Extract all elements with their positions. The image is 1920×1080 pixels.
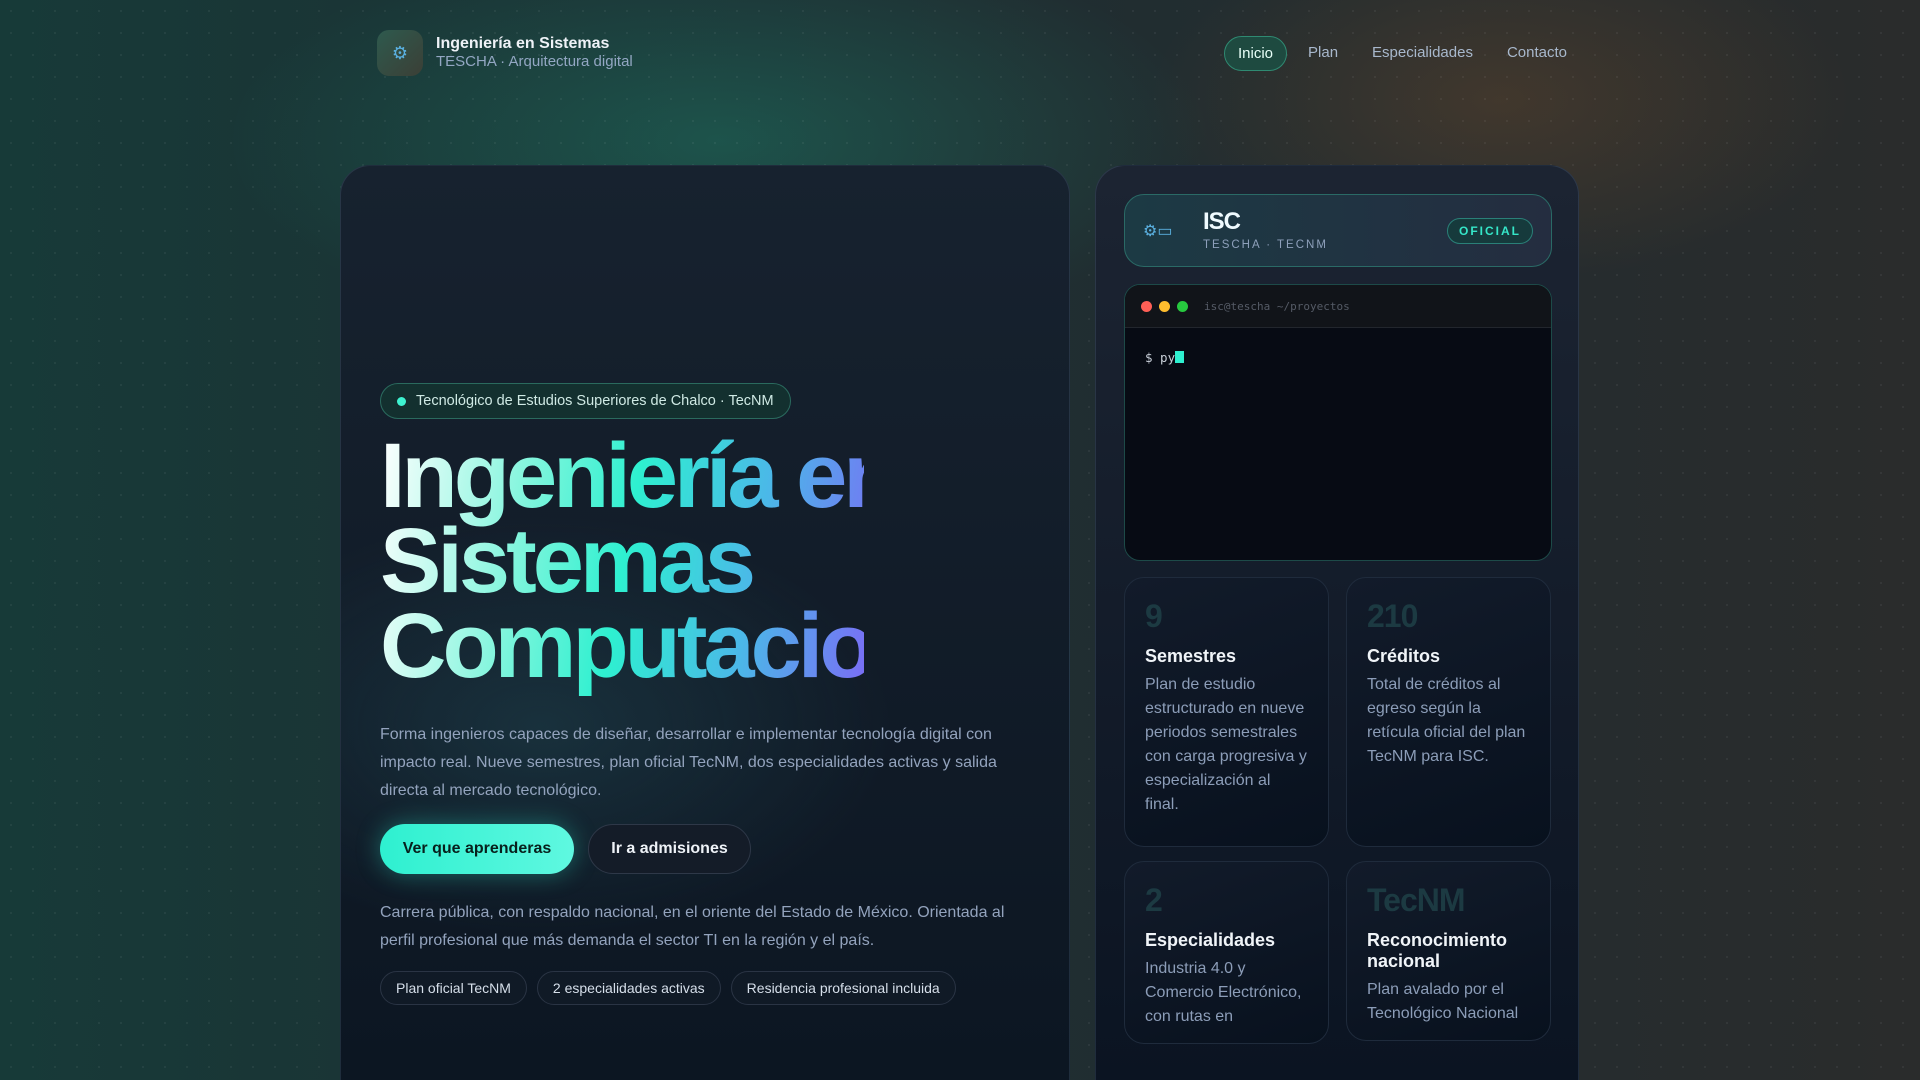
admissions-button[interactable]: Ir a admisiones bbox=[588, 824, 751, 874]
stat-label: Reconocimiento nacional bbox=[1367, 930, 1508, 971]
institution-badge: Tecnológico de Estudios Superiores de Ch… bbox=[380, 383, 791, 419]
minimize-dot-icon bbox=[1159, 300, 1170, 312]
program-sub: TESCHA · TECNM bbox=[1203, 238, 1328, 251]
terminal-prompt: $ py bbox=[1145, 350, 1176, 365]
learn-button[interactable]: Ver que aprenderas bbox=[380, 824, 574, 874]
nav-especialidades[interactable]: Especialidades bbox=[1359, 36, 1486, 71]
stat-number: 9 bbox=[1145, 598, 1163, 634]
nav-contacto[interactable]: Contacto bbox=[1494, 36, 1580, 71]
stat-desc: Plan avalado por el Tecnológico Nacional bbox=[1367, 981, 1519, 1022]
info-panel: ⚙▭ ISC TESCHA · TECNM OFICIAL isc@tescha … bbox=[1095, 165, 1579, 1080]
hero-title: Ingeniería enSistemasComputacionales bbox=[380, 434, 864, 703]
title-line: Sistemas bbox=[380, 510, 753, 612]
badge-text: Tecnológico de Estudios Superiores de Ch… bbox=[416, 393, 774, 409]
stat-number: 210 bbox=[1367, 598, 1418, 634]
brand: Ingeniería en Sistemas TESCHA · Arquitec… bbox=[436, 35, 633, 71]
stat-number: 2 bbox=[1145, 882, 1163, 918]
top-nav: ⚙ Ingeniería en Sistemas TESCHA · Arquit… bbox=[377, 30, 1580, 76]
stat-card: 210 Créditos Total de créditos al egreso s… bbox=[1346, 577, 1551, 847]
nav-plan[interactable]: Plan bbox=[1295, 36, 1351, 71]
close-dot-icon bbox=[1141, 300, 1152, 312]
stat-desc: Industria 4.0 y Comercio Electrónico, co… bbox=[1145, 960, 1302, 1025]
hero-note: Carrera pública, con respaldo nacional, … bbox=[380, 904, 1005, 949]
stat-desc: Total de créditos al egreso según la ret… bbox=[1367, 676, 1526, 765]
stat-label: Especialidades bbox=[1145, 930, 1276, 950]
title-line: Ingeniería en bbox=[380, 434, 864, 527]
maximize-dot-icon bbox=[1177, 300, 1188, 312]
program-card: ⚙▭ ISC TESCHA · TECNM OFICIAL bbox=[1124, 194, 1552, 267]
brand-subtitle: TESCHA · Arquitectura digital bbox=[436, 53, 633, 70]
logo-gear-icon[interactable]: ⚙ bbox=[377, 30, 423, 76]
brand-title: Ingeniería en Sistemas bbox=[436, 35, 610, 52]
chip: Residencia profesional incluida bbox=[730, 971, 956, 1005]
cursor-icon bbox=[1175, 351, 1185, 363]
program-logo-icon: ⚙▭ bbox=[1143, 222, 1173, 240]
program-name: ISC bbox=[1203, 207, 1241, 235]
hero-panel: Tecnológico de Estudios Superiores de Ch… bbox=[340, 165, 1070, 1080]
chip: Plan oficial TecNM bbox=[380, 971, 527, 1005]
stat-label: Créditos bbox=[1367, 646, 1441, 666]
official-badge: OFICIAL bbox=[1447, 217, 1533, 244]
terminal-path: isc@tescha ~/proyectos bbox=[1204, 299, 1350, 313]
stat-desc: Plan de estudio estructurado en nueve pe… bbox=[1145, 676, 1307, 813]
status-dot-icon bbox=[397, 396, 406, 406]
chip: 2 especialidades activas bbox=[536, 971, 721, 1005]
stat-card: TecNM Reconocimiento nacional Plan avalado… bbox=[1346, 861, 1551, 1041]
hero-lead: Forma ingenieros capaces de diseñar, des… bbox=[380, 726, 997, 799]
nav-inicio[interactable]: Inicio bbox=[1223, 35, 1288, 71]
stat-label: Semestres bbox=[1145, 646, 1237, 666]
title-line: Computacionales bbox=[380, 595, 864, 697]
stat-card: 9 Semestres Plan de estudio estructurado e… bbox=[1124, 577, 1329, 847]
stat-number: TecNM bbox=[1367, 882, 1466, 918]
stat-card: 2 Especialidades Industria 4.0 y Comercio … bbox=[1124, 861, 1329, 1044]
terminal: isc@tescha ~/proyectos $ py bbox=[1124, 284, 1552, 561]
